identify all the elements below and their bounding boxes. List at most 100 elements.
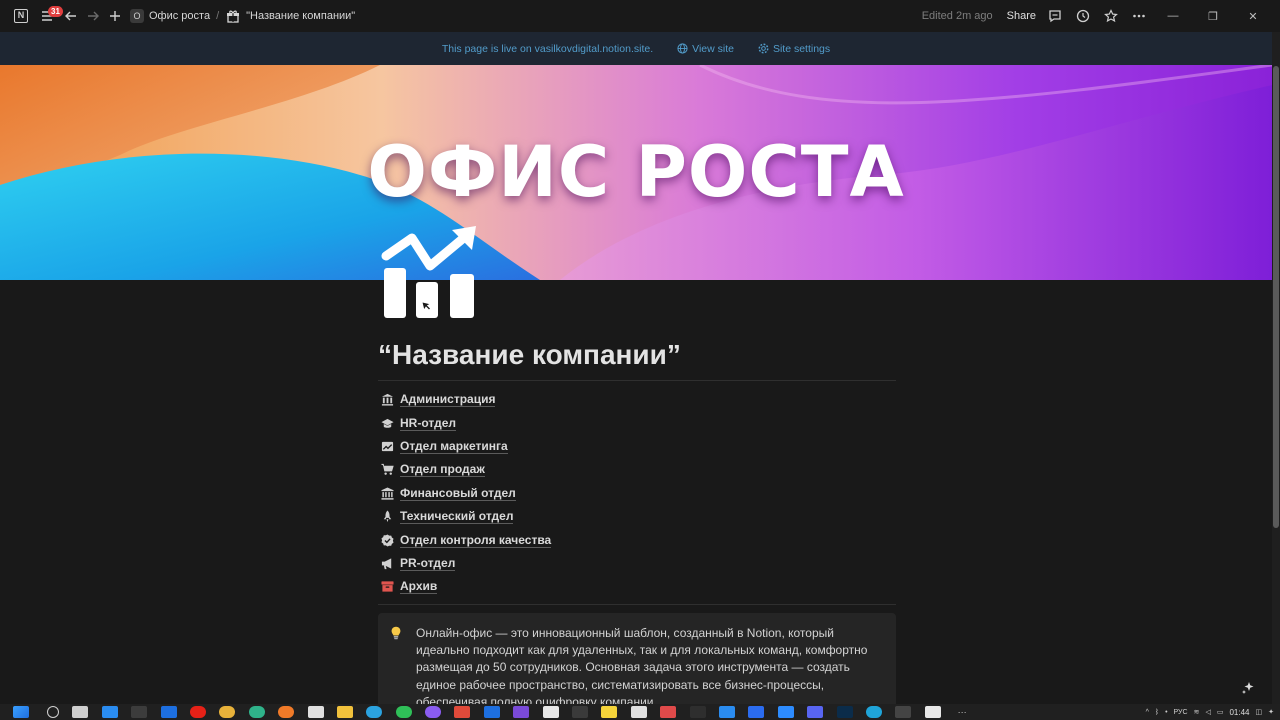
page-growth-chart-icon[interactable]: [378, 222, 482, 324]
link-label: HR-отдел: [400, 415, 456, 431]
rocket-icon: [380, 510, 394, 524]
messenger-icon[interactable]: [425, 706, 442, 718]
miro-icon[interactable]: [601, 706, 618, 718]
archive-icon: [380, 580, 394, 594]
copilot-icon[interactable]: ✦: [1268, 708, 1274, 716]
view-site-link[interactable]: View site: [677, 43, 734, 55]
app-icon[interactable]: [895, 706, 912, 718]
mic-icon[interactable]: •: [1165, 709, 1167, 716]
app-icon[interactable]: [660, 706, 677, 718]
more-options-icon[interactable]: [1130, 7, 1148, 25]
page-scrollbar[interactable]: [1272, 32, 1280, 704]
page-content: “Название компании” Администрация HR-отд…: [378, 336, 896, 720]
link-label: Отдел продаж: [400, 462, 485, 478]
breadcrumb-root-icon: O: [130, 9, 144, 23]
app-icon[interactable]: [572, 706, 589, 718]
link-technical[interactable]: Технический отдел: [378, 505, 896, 528]
sidebar-menu-icon[interactable]: 31: [36, 5, 63, 27]
edge-icon[interactable]: [865, 706, 882, 718]
link-sales[interactable]: Отдел продаж: [378, 458, 896, 481]
site-settings-label: Site settings: [772, 42, 831, 55]
trello-board-icon[interactable]: [483, 706, 500, 718]
language-indicator[interactable]: РУС: [1174, 709, 1188, 716]
notifications-icon[interactable]: ◫: [1256, 708, 1263, 716]
view-site-label: View site: [692, 42, 734, 55]
bank-icon: [380, 393, 394, 407]
history-clock-icon[interactable]: [1074, 7, 1092, 25]
cover-image[interactable]: ОФИС РОСТА: [0, 65, 1272, 280]
chrome-icon[interactable]: [219, 706, 236, 718]
battery-icon[interactable]: ▭: [1217, 708, 1224, 716]
link-label: Администрация: [400, 392, 496, 408]
browser-icon[interactable]: [248, 706, 265, 718]
department-links: Администрация HR-отдел Отдел маркетинга …: [378, 381, 896, 599]
minimize-icon[interactable]: —: [1158, 10, 1188, 22]
wifi-icon[interactable]: ≋: [1194, 708, 1200, 716]
new-page-plus-icon[interactable]: [104, 5, 126, 27]
notion-taskbar-icon[interactable]: [542, 706, 559, 718]
link-marketing[interactable]: Отдел маркетинга: [378, 435, 896, 458]
page-title[interactable]: “Название компании”: [378, 336, 896, 374]
gift-icon: [225, 5, 241, 27]
figma-icon[interactable]: [689, 706, 706, 718]
back-arrow-icon[interactable]: [60, 5, 82, 27]
edited-status: Edited 2m ago: [921, 10, 993, 22]
telegram-icon[interactable]: [366, 706, 383, 718]
search-icon[interactable]: [47, 706, 59, 718]
yandex-icon[interactable]: [307, 706, 324, 718]
app-icon[interactable]: [748, 706, 765, 718]
megaphone-icon: [380, 556, 394, 570]
app-store-icon[interactable]: [101, 706, 118, 718]
link-label: Отдел контроля качества: [400, 532, 552, 548]
folder-icon[interactable]: [336, 706, 353, 718]
trello-icon[interactable]: [160, 706, 177, 718]
link-quality-control[interactable]: Отдел контроля качества: [378, 528, 896, 551]
clock-time[interactable]: 01:44: [1229, 708, 1249, 717]
comments-icon[interactable]: [1046, 7, 1064, 25]
breadcrumb-current[interactable]: "Название компании": [246, 10, 355, 22]
more-apps-icon[interactable]: ···: [954, 706, 970, 718]
restore-icon[interactable]: ❐: [1198, 10, 1228, 23]
volume-icon[interactable]: ◁: [1205, 708, 1210, 716]
shopping-cart-icon: [380, 463, 394, 477]
link-label: Технический отдел: [400, 509, 514, 525]
app-icon[interactable]: [718, 706, 735, 718]
youtube-icon[interactable]: [189, 706, 206, 718]
divider: [378, 603, 896, 605]
capcut-icon[interactable]: [924, 706, 941, 718]
link-administration[interactable]: Администрация: [378, 388, 896, 411]
terminal-icon[interactable]: [131, 706, 148, 718]
link-hr[interactable]: HR-отдел: [378, 411, 896, 434]
chart-line-icon: [380, 439, 394, 453]
bluetooth-icon[interactable]: ᛒ: [1155, 709, 1159, 716]
photoshop-icon[interactable]: [836, 706, 853, 718]
notion-logo-icon[interactable]: N: [10, 5, 32, 27]
discord-icon[interactable]: [807, 706, 824, 718]
calendar-icon[interactable]: [454, 706, 471, 718]
windows-start-icon[interactable]: [13, 706, 29, 718]
slack-icon[interactable]: [630, 706, 647, 718]
ai-sparkle-button[interactable]: [1237, 677, 1259, 699]
site-settings-link[interactable]: Site settings: [758, 43, 830, 55]
task-view-icon[interactable]: [72, 706, 89, 718]
system-tray: ^ ᛒ • РУС ≋ ◁ ▭ 01:44 ◫ ✦: [1146, 704, 1274, 720]
obsidian-icon[interactable]: [513, 706, 530, 718]
firefox-icon[interactable]: [278, 706, 295, 718]
forward-arrow-icon[interactable]: [82, 5, 104, 27]
live-site-text: This page is live on vasilkovdigital.not…: [441, 42, 654, 55]
title-bar: N 31 O Офис роста / "Название компании" …: [0, 0, 1280, 32]
link-pr[interactable]: PR-отдел: [378, 552, 896, 575]
whatsapp-icon[interactable]: [395, 706, 412, 718]
close-icon[interactable]: ✕: [1238, 10, 1268, 23]
chevron-up-icon[interactable]: ^: [1146, 709, 1149, 716]
favorite-star-icon[interactable]: [1102, 7, 1120, 25]
share-button[interactable]: Share: [1007, 10, 1036, 22]
zoom-icon[interactable]: [777, 706, 794, 718]
breadcrumb-separator: /: [216, 10, 220, 22]
breadcrumb-root[interactable]: Офис роста: [149, 10, 210, 22]
globe-icon: [677, 43, 688, 54]
link-finance[interactable]: Финансовый отдел: [378, 482, 896, 505]
scrollbar-thumb[interactable]: [1273, 66, 1279, 528]
link-archive[interactable]: Архив: [378, 575, 896, 598]
check-badge-icon: [380, 533, 394, 547]
